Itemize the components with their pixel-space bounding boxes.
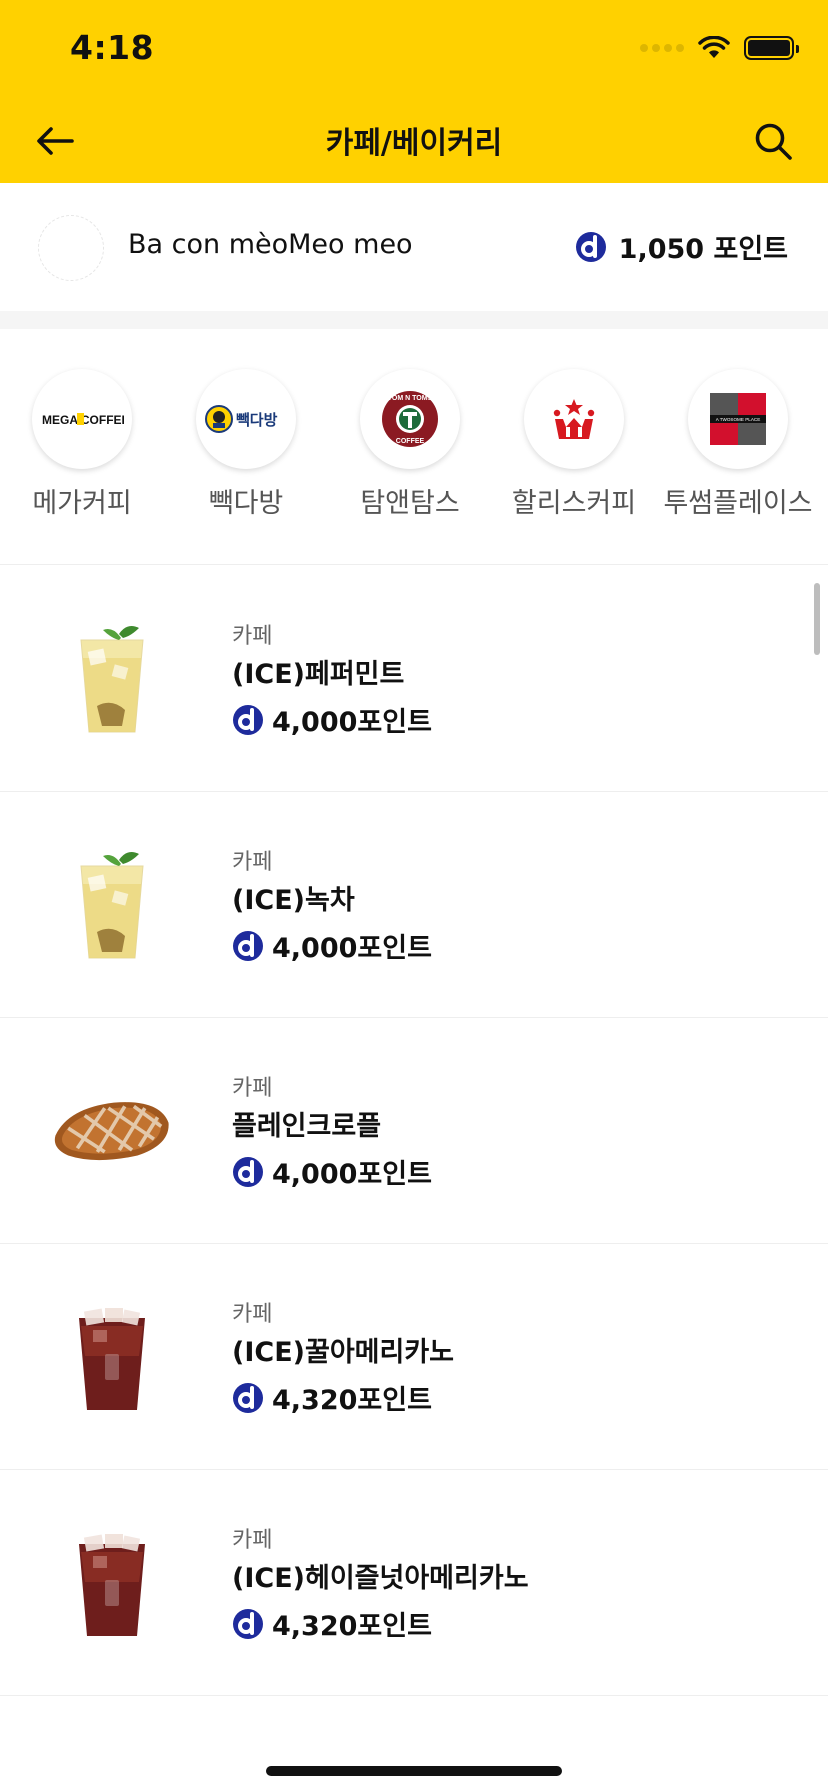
product-name: (ICE)꿀아메리카노	[232, 1337, 455, 1368]
user-name: Ba con mèoMeo meo	[128, 229, 413, 260]
product-category: 카페	[232, 850, 273, 875]
product-name: 플레인크로플	[232, 1111, 382, 1142]
user-points-value: 1,050 포인트	[618, 234, 788, 265]
brand-mega-coffee[interactable]: MEGA COFFEE 메가커피	[0, 369, 164, 520]
product-price: 4,000포인트	[232, 926, 432, 965]
product-price: 4,320포인트	[232, 1378, 432, 1417]
product-item[interactable]: 카페 플레인크로플 4,000포인트	[0, 1018, 828, 1244]
product-price: 4,000포인트	[232, 700, 432, 739]
mega-coffee-logo: MEGA COFFEE	[32, 369, 132, 469]
product-price: 4,320포인트	[232, 1604, 432, 1643]
user-summary: Ba con mèoMeo meo 1,050 포인트	[0, 183, 828, 311]
croffle-icon	[50, 1068, 174, 1192]
brand-label: 투썸플레이스	[663, 488, 813, 519]
svg-text:빽다방: 빽다방	[236, 411, 278, 429]
home-indicator[interactable]	[266, 1766, 562, 1776]
point-d-icon	[233, 1608, 263, 1639]
point-d-icon	[233, 1156, 263, 1187]
brand-label: 빽다방	[208, 488, 284, 519]
tom-n-toms-logo: TOM N TOMS COFFEE	[360, 369, 460, 469]
user-points: 1,050 포인트	[575, 227, 788, 266]
app-header: 4:18 카페/베이커리	[0, 0, 828, 183]
brand-label: 탐앤탐스	[360, 488, 460, 519]
product-price-value: 4,000포인트	[272, 707, 432, 738]
iced-tea-icon	[50, 842, 174, 966]
brand-carousel: MEGA COFFEE 메가커피 빽다방 빽다방 TOM N TOMS	[0, 329, 828, 565]
brand-label: 메가커피	[32, 488, 132, 519]
product-item[interactable]: 카페 (ICE)헤이즐넛아메리카노 4,320포인트	[0, 1470, 828, 1696]
iced-americano-icon	[50, 1520, 174, 1644]
brand-hollys[interactable]: 할리스커피	[492, 369, 656, 520]
wifi-icon	[698, 36, 730, 58]
product-item[interactable]: 카페 (ICE)녹차 4,000포인트	[0, 792, 828, 1018]
brand-tom-n-toms[interactable]: TOM N TOMS COFFEE 탐앤탐스	[328, 369, 492, 520]
svg-text:COFFEE: COFFEE	[396, 438, 425, 445]
product-category: 카페	[232, 1302, 273, 1327]
product-name: (ICE)페퍼민트	[232, 659, 405, 690]
product-price-value: 4,000포인트	[272, 933, 432, 964]
product-category: 카페	[232, 1528, 273, 1553]
scrollbar[interactable]	[814, 583, 820, 655]
brand-label: 할리스커피	[511, 488, 637, 519]
product-price-value: 4,320포인트	[272, 1611, 432, 1642]
product-price: 4,000포인트	[232, 1152, 432, 1191]
battery-icon	[744, 36, 799, 60]
search-button[interactable]	[748, 116, 798, 166]
iced-tea-icon	[50, 616, 174, 740]
point-d-icon	[233, 704, 263, 735]
point-d-icon	[233, 1382, 263, 1413]
point-d-icon	[575, 231, 606, 262]
point-d-icon	[233, 930, 263, 961]
product-price-value: 4,320포인트	[272, 1385, 432, 1416]
product-name: (ICE)녹차	[232, 885, 355, 916]
product-name: (ICE)헤이즐넛아메리카노	[232, 1563, 529, 1594]
section-divider	[0, 311, 828, 329]
twosome-place-logo: A TWOSOME PLACE	[688, 369, 788, 469]
product-item[interactable]: 카페 (ICE)페퍼민트 4,000포인트	[0, 566, 828, 792]
signal-icon	[640, 44, 684, 52]
product-list: 카페 (ICE)페퍼민트 4,000포인트 카페 (ICE)녹차 4,000포인…	[0, 566, 828, 1696]
status-icons	[640, 36, 799, 60]
hollys-crown-icon	[524, 369, 624, 469]
product-category: 카페	[232, 1076, 273, 1101]
page-title: 카페/베이커리	[325, 126, 503, 161]
paik-logo: 빽다방	[196, 369, 296, 469]
product-price-value: 4,000포인트	[272, 1159, 432, 1190]
svg-text:TOM N TOMS: TOM N TOMS	[388, 395, 433, 402]
brand-paik[interactable]: 빽다방 빽다방	[164, 369, 328, 520]
search-icon	[755, 123, 792, 160]
status-time: 4:18	[70, 28, 155, 67]
brand-twosome-place[interactable]: A TWOSOME PLACE 투썸플레이스	[656, 369, 820, 520]
product-category: 카페	[232, 624, 273, 649]
svg-text:A TWOSOME PLACE: A TWOSOME PLACE	[716, 417, 761, 422]
iced-americano-icon	[50, 1294, 174, 1418]
product-item[interactable]: 카페 (ICE)꿀아메리카노 4,320포인트	[0, 1244, 828, 1470]
avatar	[38, 215, 104, 281]
